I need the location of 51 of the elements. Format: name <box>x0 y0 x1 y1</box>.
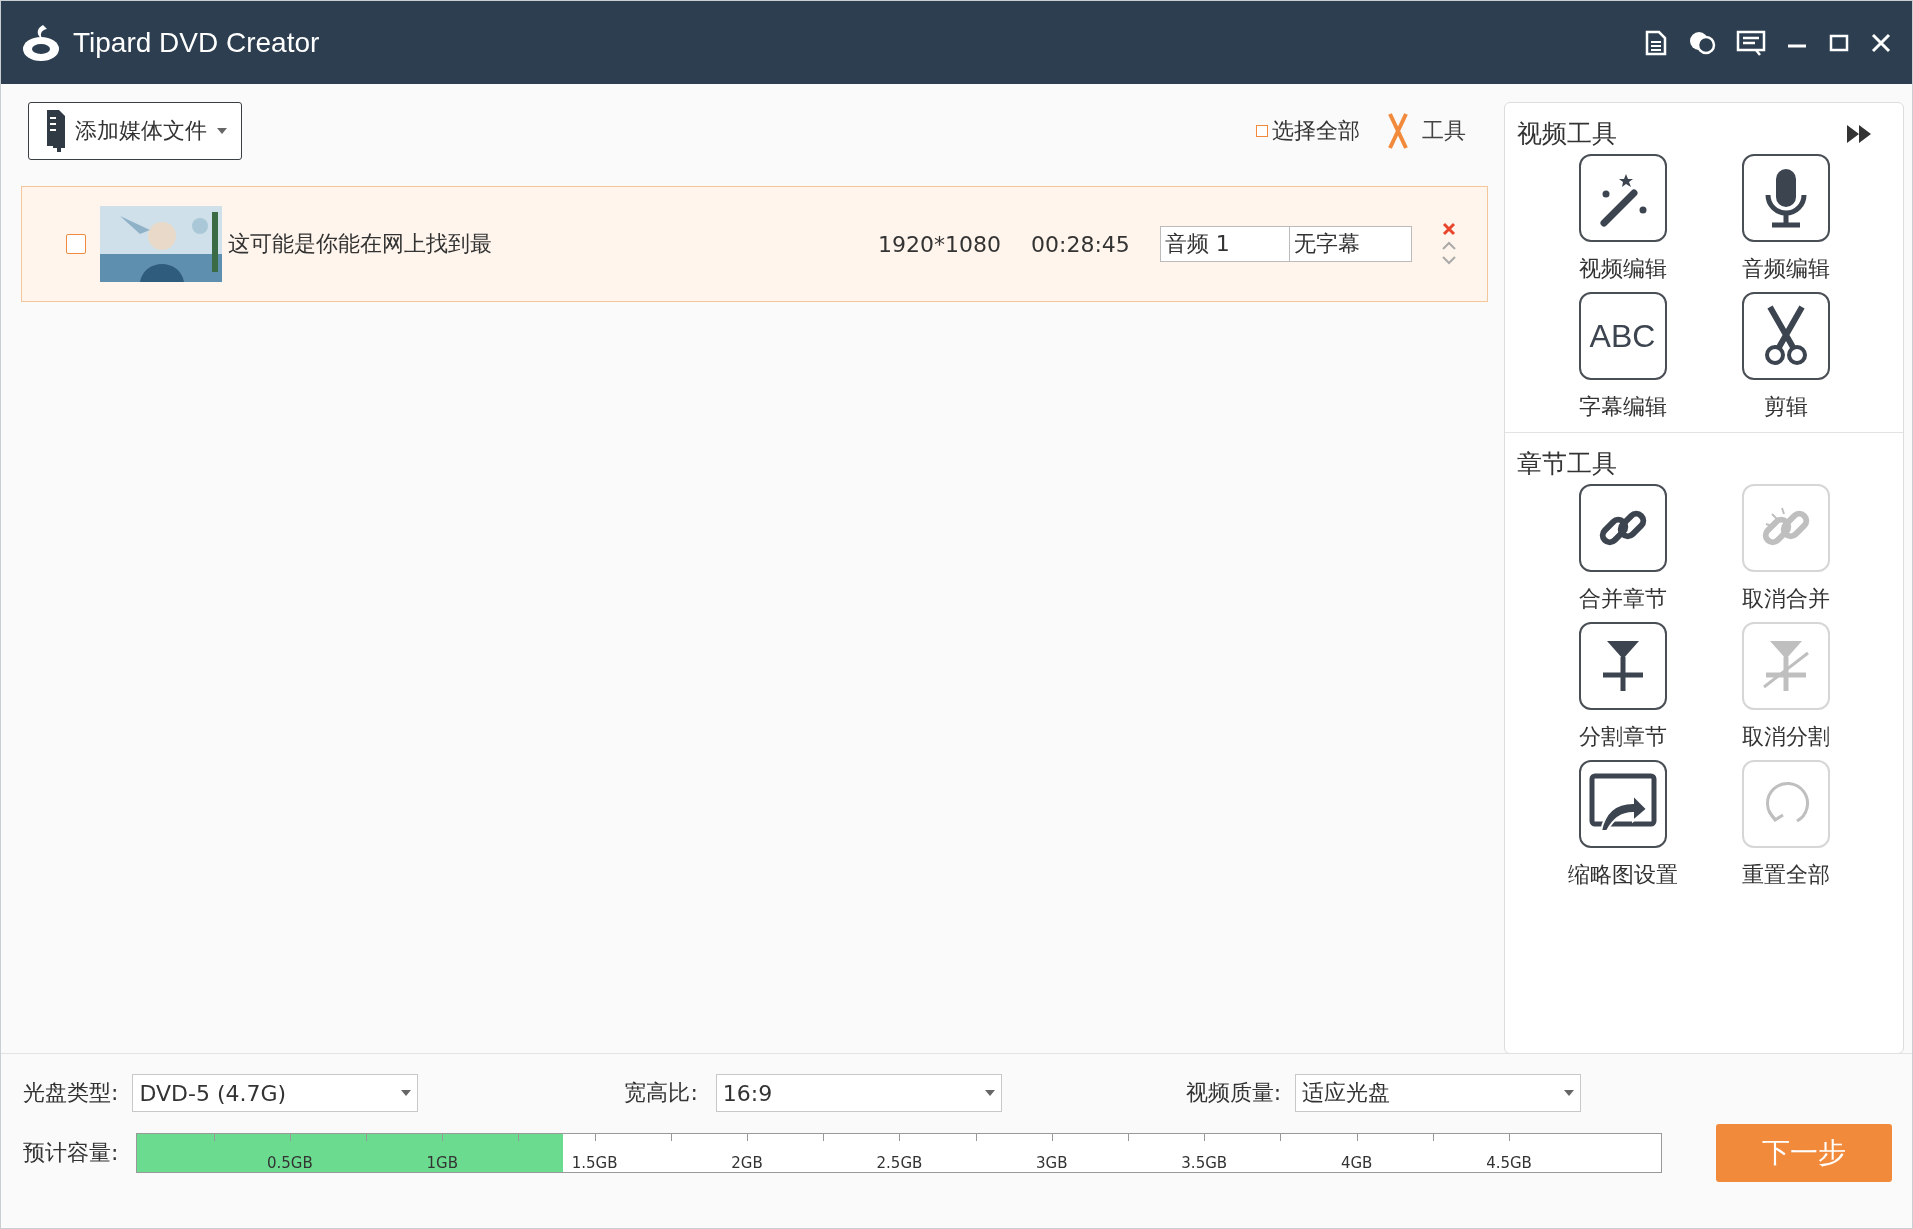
add-media-button[interactable]: 添加媒体文件 <box>28 102 242 160</box>
disc-type-dropdown[interactable]: DVD-5 (4.7G) <box>132 1074 419 1112</box>
file-add-icon <box>45 110 65 152</box>
capacity-tick-label: 2GB <box>731 1154 763 1172</box>
tool-button[interactable]: 视频编辑 <box>1541 154 1704 284</box>
duration-text: 00:28:45 <box>1031 231 1130 257</box>
capacity-tick-label: 4GB <box>1340 1154 1373 1172</box>
capacity-tick-label: 0.5GB <box>266 1154 313 1172</box>
abc-text-icon: ABC <box>1589 317 1656 355</box>
capacity-tick-label: 1.5GB <box>571 1154 618 1172</box>
aspect-ratio-dropdown[interactable]: 16:9 <box>715 1074 1002 1112</box>
capacity-tick-label: 1GB <box>426 1154 458 1172</box>
audio-track-field[interactable]: 音频 1 <box>1159 226 1290 262</box>
file-name: 这可能是你能在网上找到最 <box>228 230 493 258</box>
close-icon[interactable] <box>1870 31 1892 54</box>
caret-icon <box>401 1090 412 1096</box>
tools-button[interactable]: 工具 <box>1380 111 1472 151</box>
capacity-tick-label: 3GB <box>1036 1154 1068 1172</box>
tool-button[interactable]: 缩略图设置 <box>1541 760 1704 890</box>
select-all-checkbox[interactable]: 选择全部 <box>1256 116 1360 146</box>
capacity-tick-label: 3.5GB <box>1181 1154 1228 1172</box>
caret-icon <box>1564 1090 1575 1096</box>
aspect-ratio-label: 宽高比: <box>624 1079 698 1107</box>
caret-icon <box>984 1090 995 1096</box>
tool-button[interactable]: ABC 字幕编辑 <box>1541 292 1704 422</box>
microphone-icon <box>1763 167 1808 229</box>
video-quality-label: 视频质量: <box>1185 1079 1282 1107</box>
tools-icon <box>1386 112 1410 150</box>
video-quality-dropdown[interactable]: 适应光盘 <box>1295 1074 1582 1112</box>
tool-button[interactable]: 剪辑 <box>1704 292 1867 422</box>
resolution-text: 1920*1080 <box>878 231 1001 257</box>
subtitle-field[interactable]: 无字幕 <box>1289 226 1412 262</box>
caret-icon <box>217 128 227 134</box>
chat-icon[interactable] <box>1688 29 1716 56</box>
section-title: 视频工具 <box>1517 118 1617 150</box>
window-title: Tipard DVD Creator <box>73 26 320 59</box>
collapse-panel-icon[interactable] <box>1847 124 1871 143</box>
feedback-icon[interactable] <box>1736 29 1766 56</box>
tool-button[interactable]: 音频编辑 <box>1704 154 1867 284</box>
disc-type-label: 光盘类型: <box>23 1079 119 1107</box>
capacity-tick-label: 4.5GB <box>1486 1154 1532 1172</box>
capacity-tick-label: 2.5GB <box>876 1154 923 1172</box>
file-row[interactable]: 这可能是你能在网上找到最 1920*1080 00:28:45 音频 1 无字幕 <box>21 186 1488 302</box>
capacity-label: 预计容量: <box>23 1139 119 1167</box>
remove-icon[interactable] <box>1442 222 1456 236</box>
tool-button[interactable]: 分割章节 <box>1541 622 1704 752</box>
scissors-icon <box>1763 305 1808 367</box>
file-checkbox[interactable] <box>66 234 86 254</box>
tool-button[interactable]: 合并章节 <box>1541 484 1704 614</box>
section-title: 章节工具 <box>1517 448 1617 480</box>
document-icon[interactable] <box>1644 29 1668 56</box>
